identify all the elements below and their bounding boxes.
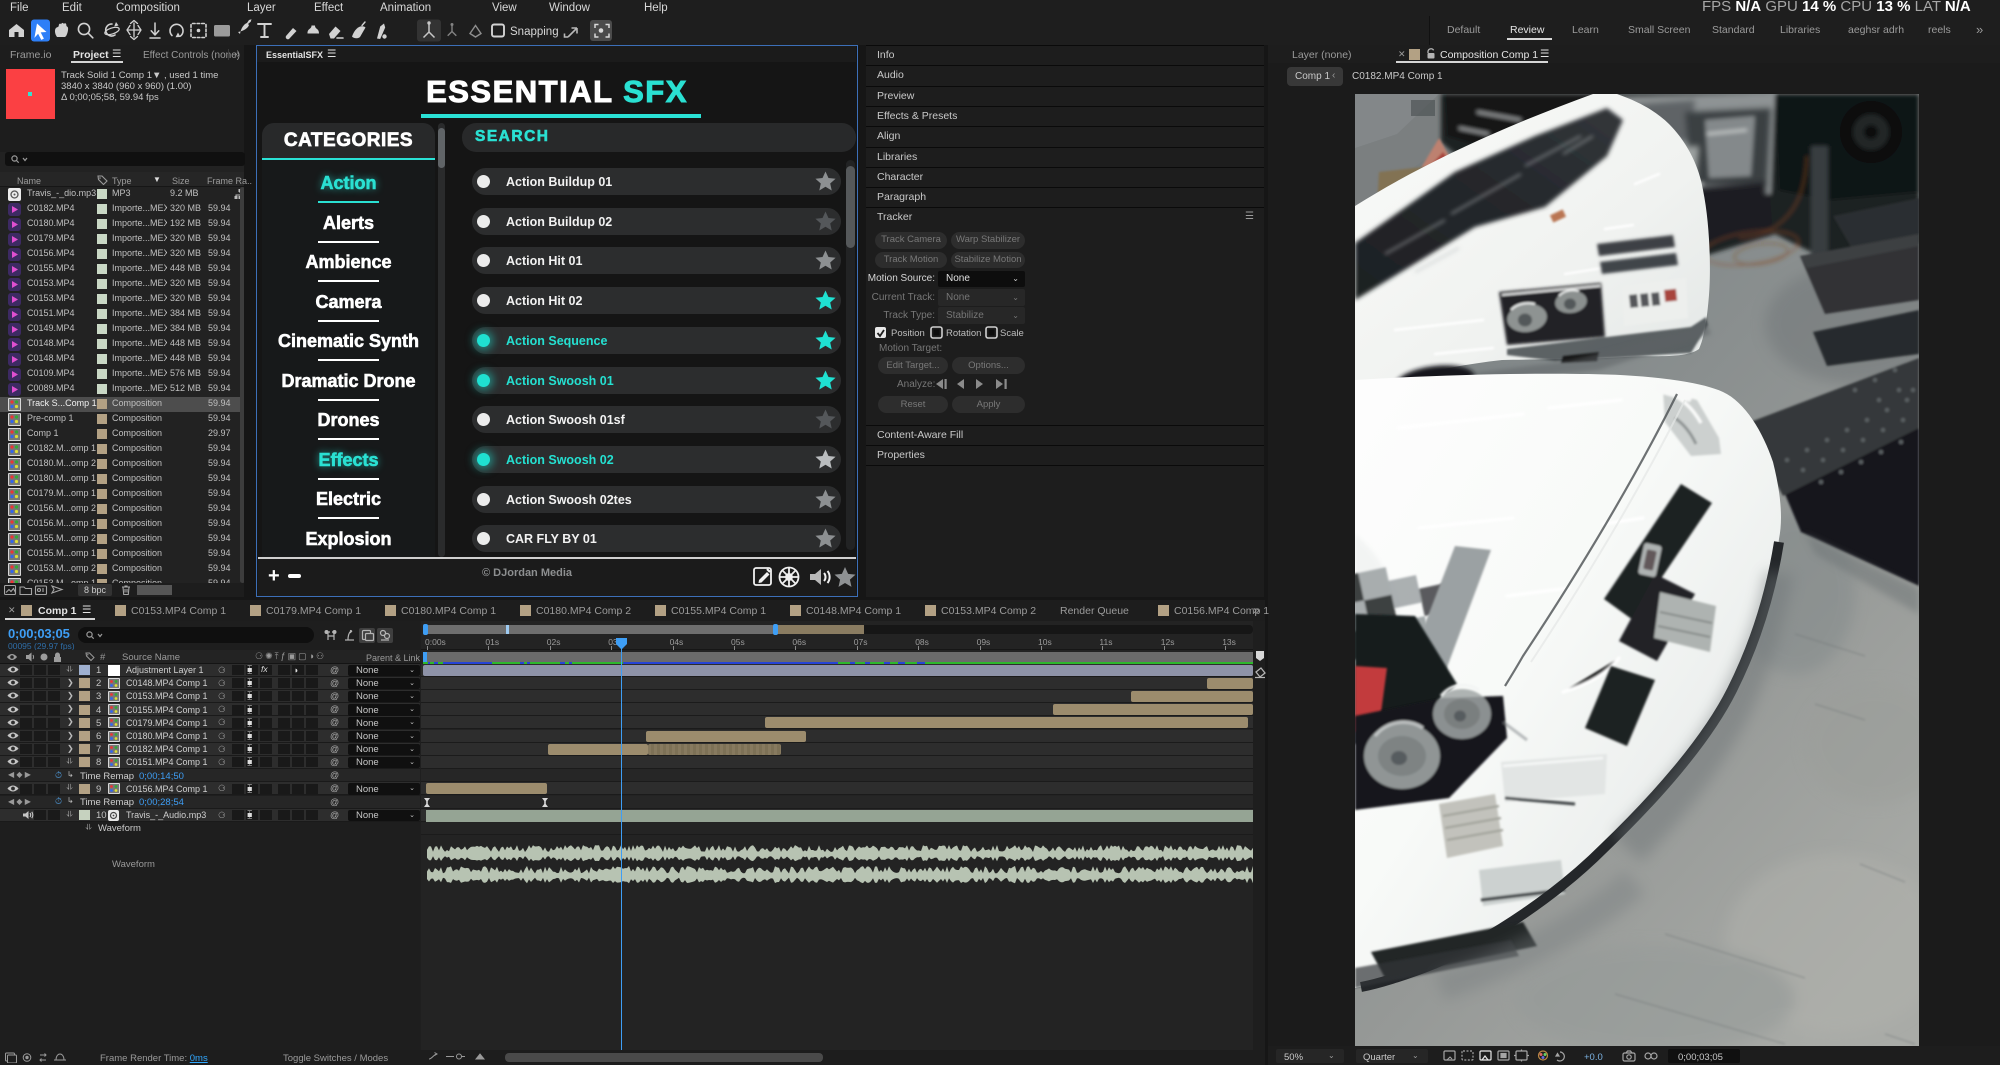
svg-text:Snapping: Snapping — [510, 26, 559, 38]
